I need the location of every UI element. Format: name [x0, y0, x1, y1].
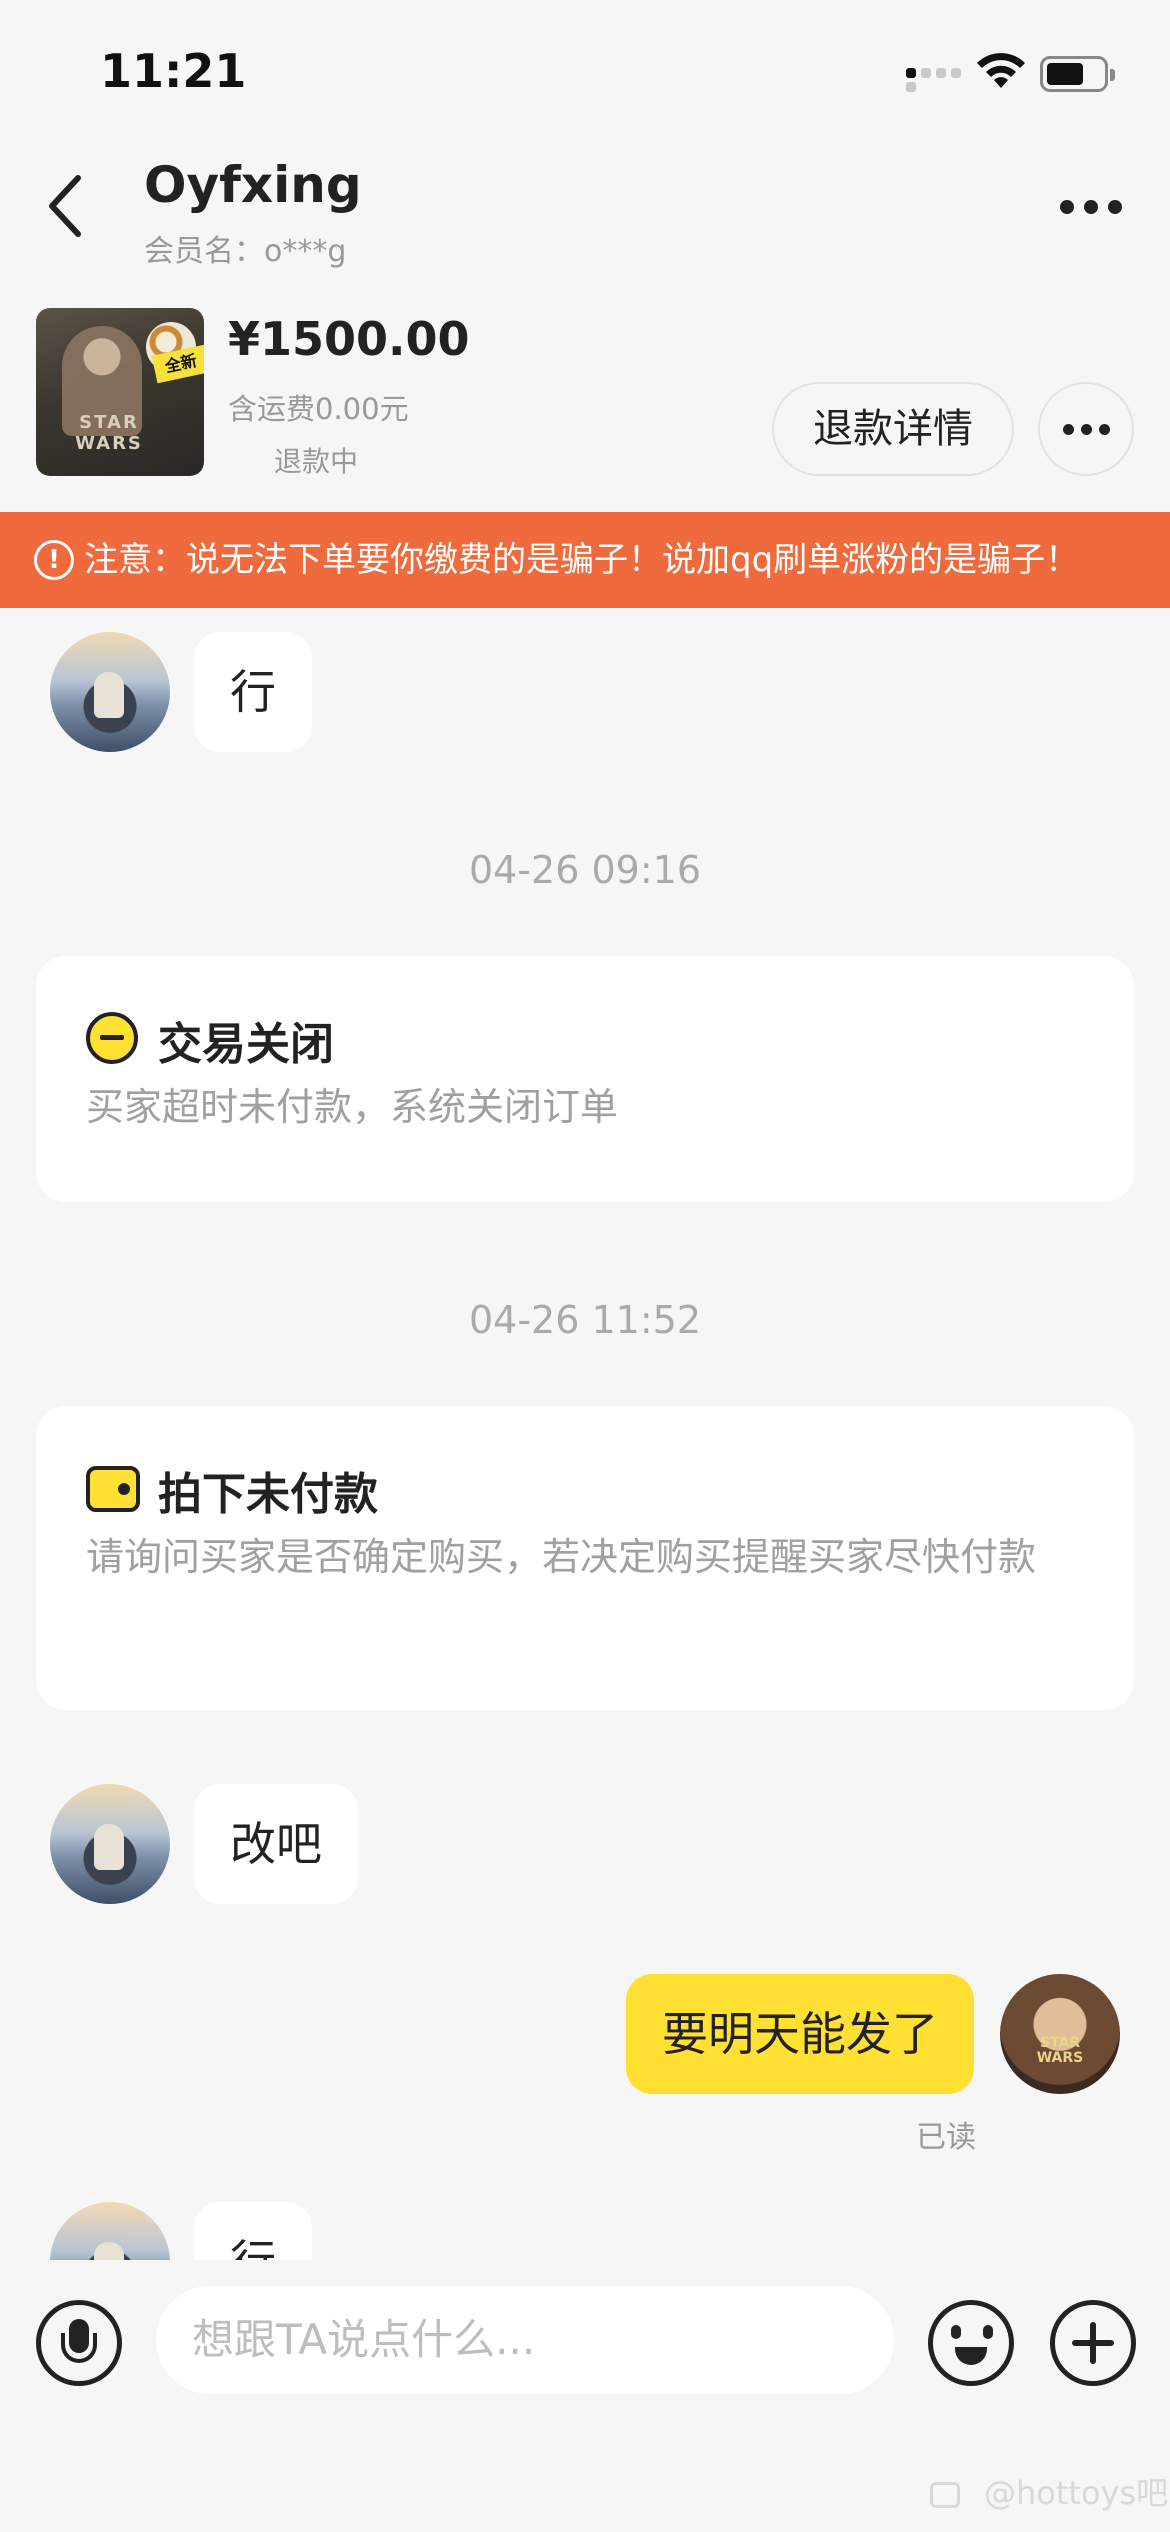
chat-messages[interactable]: 行 04-26 09:16 交易关闭 买家超时未付款，系统关闭订单 04-26 … [0, 608, 1170, 2260]
message-timestamp: 04-26 11:52 [468, 1298, 701, 1342]
card-description: 请询问买家是否确定购买，若决定购买提醒买家尽快付款 [86, 1535, 1037, 1579]
warning-icon: ! [34, 540, 74, 580]
status-time: 11:21 [100, 44, 247, 98]
card-description: 买家超时未付款，系统关闭订单 [86, 1085, 619, 1129]
status-bar: 11:21 [0, 0, 1170, 140]
wifi-icon [977, 53, 1025, 88]
card-title: 交易关闭 [158, 1019, 334, 1070]
plus-icon[interactable] [1050, 2300, 1136, 2386]
my-message-bubble[interactable]: 要明天能发了 [626, 1974, 974, 2094]
avatar[interactable] [50, 2202, 170, 2260]
watermark-icon [930, 2482, 960, 2508]
signal-icon [906, 66, 962, 92]
product-image-logo: STAR WARS [75, 412, 143, 454]
back-arrow-icon[interactable] [40, 170, 100, 242]
refund-detail-button[interactable]: 退款详情 [772, 382, 1014, 476]
more-dots-icon[interactable] [1056, 196, 1126, 220]
warning-text: 注意：说无法下单要你缴费的是骗子！说加qq刷单涨粉的是骗子！ [84, 540, 1080, 580]
system-card-trade-closed[interactable]: 交易关闭 买家超时未付款，系统关闭订单 [36, 956, 1134, 1202]
close-circle-icon [86, 1012, 138, 1064]
message-timestamp: 04-26 09:16 [468, 848, 701, 892]
my-avatar[interactable] [1000, 1974, 1120, 2094]
watermark: @hottoys吧 [930, 2468, 1168, 2514]
watermark-text: @hottoys吧 [984, 2474, 1169, 2512]
wallet-icon [86, 1466, 140, 1512]
avatar[interactable] [50, 632, 170, 752]
product-image[interactable]: 全新 STAR WARS [36, 308, 204, 476]
chat-title: Oyfxing [144, 156, 362, 214]
emoji-icon[interactable] [928, 2300, 1014, 2386]
refund-status: 退款中 [274, 445, 359, 478]
battery-icon [1040, 56, 1115, 92]
product-price: ¥1500.00 [228, 312, 470, 366]
shipping-fee: 含运费0.00元 [228, 392, 409, 426]
message-bubble[interactable]: 改吧 [194, 1784, 358, 1904]
avatar[interactable] [50, 1784, 170, 1904]
input-bar: 想跟TA说点什么... @hottoys吧 [0, 2260, 1170, 2532]
member-name: 会员名：o***g [144, 234, 347, 269]
card-title: 拍下未付款 [158, 1469, 378, 1520]
message-bubble[interactable]: 行 [194, 632, 312, 752]
message-input[interactable]: 想跟TA说点什么... [156, 2286, 894, 2394]
microphone-icon[interactable] [36, 2300, 122, 2386]
message-bubble[interactable]: 行 [194, 2202, 312, 2260]
product-more-button[interactable] [1038, 382, 1134, 476]
system-card-unpaid[interactable]: 拍下未付款 请询问买家是否确定购买，若决定购买提醒买家尽快付款 [36, 1406, 1134, 1710]
read-receipt: 已读 [916, 2120, 976, 2155]
scam-warning-banner: ! 注意：说无法下单要你缴费的是骗子！说加qq刷单涨粉的是骗子！ [0, 512, 1170, 608]
